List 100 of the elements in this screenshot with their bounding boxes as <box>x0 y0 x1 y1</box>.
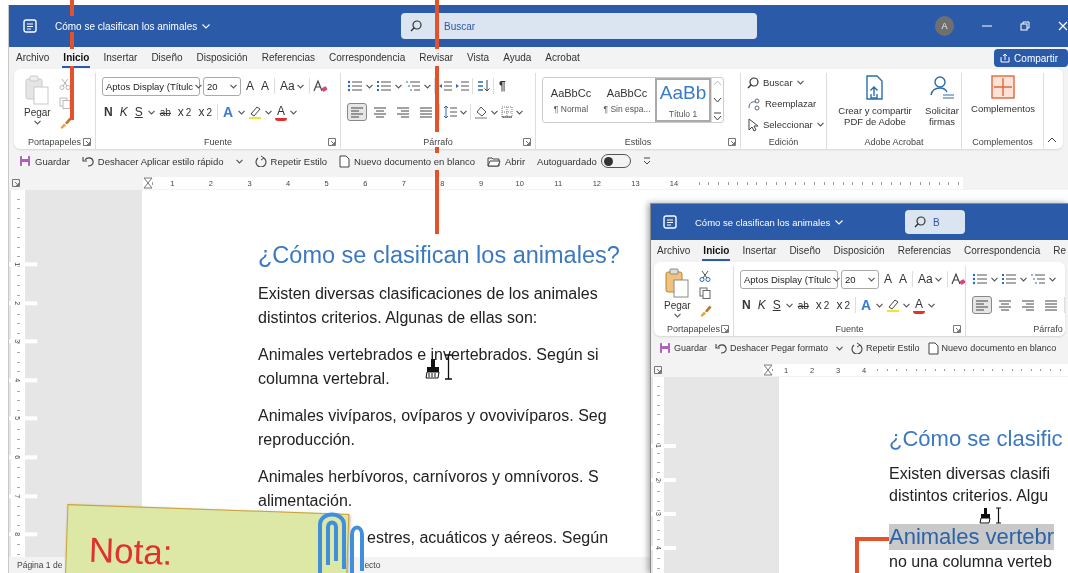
clear-formatting-icon[interactable] <box>950 272 966 286</box>
caret-icon[interactable] <box>235 158 243 164</box>
save-button[interactable]: Guardar <box>19 155 70 167</box>
caret-icon[interactable] <box>903 302 911 308</box>
document-title[interactable]: Cómo se clasifican los animales <box>695 216 905 228</box>
bold-button[interactable]: N <box>102 102 115 122</box>
caret-icon[interactable] <box>991 276 998 282</box>
highlighter-icon[interactable] <box>886 298 901 312</box>
dialog-launcher-icon[interactable] <box>728 137 736 146</box>
new-document-button[interactable]: Nuevo documento en blanco <box>339 154 475 168</box>
show-marks-button[interactable]: ¶ <box>497 76 508 96</box>
collapse-ribbon-icon[interactable] <box>1047 137 1057 143</box>
align-left-button[interactable] <box>972 296 992 314</box>
ribbon-tab[interactable]: Archivo <box>15 48 51 68</box>
ribbon-tab[interactable]: Inicio <box>702 241 731 261</box>
caret-icon[interactable] <box>796 80 804 85</box>
underline-button[interactable]: S <box>132 102 145 122</box>
paintbrush-icon[interactable] <box>698 303 712 317</box>
scroll-down-icon[interactable] <box>713 95 722 104</box>
search-field[interactable]: Buscar <box>401 13 758 39</box>
ribbon-tab[interactable]: Correspondencia <box>328 48 407 68</box>
ribbon-tab[interactable]: Archivo <box>656 241 692 261</box>
find-button[interactable]: Buscar <box>747 73 824 92</box>
share-button[interactable]: Compartir <box>994 49 1068 67</box>
style-item[interactable]: AaBbCc ¶ Sin espa... <box>599 78 655 122</box>
change-case-button[interactable]: Aa <box>278 76 306 96</box>
ribbon-tab[interactable]: Inicio <box>62 48 91 68</box>
font-color-button[interactable]: A <box>275 103 288 121</box>
caret-icon[interactable] <box>290 109 298 115</box>
avatar[interactable]: A <box>935 16 954 36</box>
numbering-icon[interactable] <box>376 80 392 92</box>
style-item[interactable]: AaBb Título 1 <box>655 78 711 122</box>
grow-font-button[interactable]: A <box>244 76 256 96</box>
bullets-icon[interactable] <box>972 273 988 285</box>
font-color-button[interactable]: A <box>913 296 926 314</box>
create-pdf-button[interactable]: Crear y compartir PDF de Adobe <box>833 73 917 134</box>
copy-icon[interactable] <box>698 287 711 299</box>
caret-icon[interactable] <box>516 109 523 115</box>
search-field[interactable]: B <box>905 210 965 234</box>
style-item[interactable]: AaBbCc ¶ Normal <box>543 78 599 122</box>
caret-icon[interactable] <box>460 109 467 115</box>
ribbon-tab[interactable]: Insertar <box>102 48 139 68</box>
save-button[interactable]: Guardar <box>659 342 708 354</box>
ribbon-tab[interactable]: Correspondencia <box>963 241 1042 261</box>
caret-icon[interactable] <box>833 276 841 282</box>
bullets-icon[interactable] <box>347 80 363 92</box>
caret-icon[interactable] <box>785 302 793 308</box>
ribbon-tab[interactable]: Diseño <box>150 48 184 68</box>
ribbon-tab[interactable]: Disposición <box>832 241 886 261</box>
select-button[interactable]: Seleccionar <box>747 115 824 134</box>
document-title[interactable]: Cómo se clasifican los animales <box>55 20 217 32</box>
ribbon-tab[interactable]: Referencias <box>260 48 317 68</box>
scissors-icon[interactable] <box>698 270 711 283</box>
font-name-dropdown[interactable]: Aptos Display (Títulc <box>740 269 838 289</box>
new-document-button[interactable]: Nuevo documento en blanco <box>927 341 1057 355</box>
text-effects-button[interactable]: A <box>220 102 236 122</box>
caret-icon[interactable] <box>816 122 824 127</box>
highlighter-icon[interactable] <box>248 105 263 119</box>
undo-button[interactable]: Deshacer Aplicar estilo rápido <box>81 155 224 167</box>
close-icon[interactable] <box>1058 21 1068 31</box>
text-effects-button[interactable]: A <box>858 295 874 315</box>
tab-selector-icon[interactable] <box>653 366 663 374</box>
paste-button[interactable]: Pegar <box>660 266 695 321</box>
caret-icon[interactable] <box>230 83 237 89</box>
sort-icon[interactable] <box>476 79 490 93</box>
ribbon-tab[interactable]: Acrobat <box>544 48 581 68</box>
caret-icon[interactable] <box>1020 276 1027 282</box>
restore-icon[interactable] <box>1020 21 1030 31</box>
multilevel-list-icon[interactable] <box>405 80 421 92</box>
ribbon-tab[interactable]: Revisar <box>418 48 455 68</box>
dialog-launcher-icon[interactable] <box>523 137 531 146</box>
strikethrough-button[interactable]: ab <box>795 295 811 315</box>
ribbon-tab[interactable]: Diseño <box>788 241 822 261</box>
ribbon-tab[interactable]: Disposición <box>195 48 249 68</box>
ribbon-tab[interactable]: Vista <box>466 48 491 68</box>
redo-button[interactable]: Repetir Estilo <box>254 155 328 167</box>
chevron-down-icon[interactable] <box>202 23 211 29</box>
open-button[interactable]: Abrir <box>487 155 526 167</box>
dialog-launcher-icon[interactable] <box>721 324 729 333</box>
decrease-indent-icon[interactable] <box>438 80 452 92</box>
chevron-down-icon[interactable] <box>835 219 844 225</box>
request-signatures-button[interactable]: Solicitar firmas <box>921 73 963 134</box>
caret-icon[interactable] <box>238 109 246 115</box>
line-spacing-icon[interactable] <box>443 105 457 119</box>
strikethrough-button[interactable]: ab <box>157 102 173 122</box>
caret-icon[interactable] <box>1049 276 1056 282</box>
shrink-font-button[interactable]: A <box>897 269 910 289</box>
caret-icon[interactable] <box>296 83 304 89</box>
undo-button[interactable]: Deshacer Pegar formato <box>715 342 829 354</box>
borders-icon[interactable] <box>501 106 513 118</box>
more-styles-icon[interactable] <box>713 112 722 121</box>
font-size-dropdown[interactable]: 20 <box>841 269 879 289</box>
caret-icon[interactable] <box>934 276 942 282</box>
underline-button[interactable]: S <box>770 295 783 315</box>
caret-icon[interactable] <box>876 302 884 308</box>
caret-icon[interactable] <box>928 302 936 308</box>
caret-icon[interactable] <box>147 109 155 115</box>
shading-icon[interactable] <box>474 105 488 119</box>
font-name-dropdown[interactable]: Aptos Display (Títulc <box>102 76 200 96</box>
caret-icon[interactable] <box>195 83 203 89</box>
